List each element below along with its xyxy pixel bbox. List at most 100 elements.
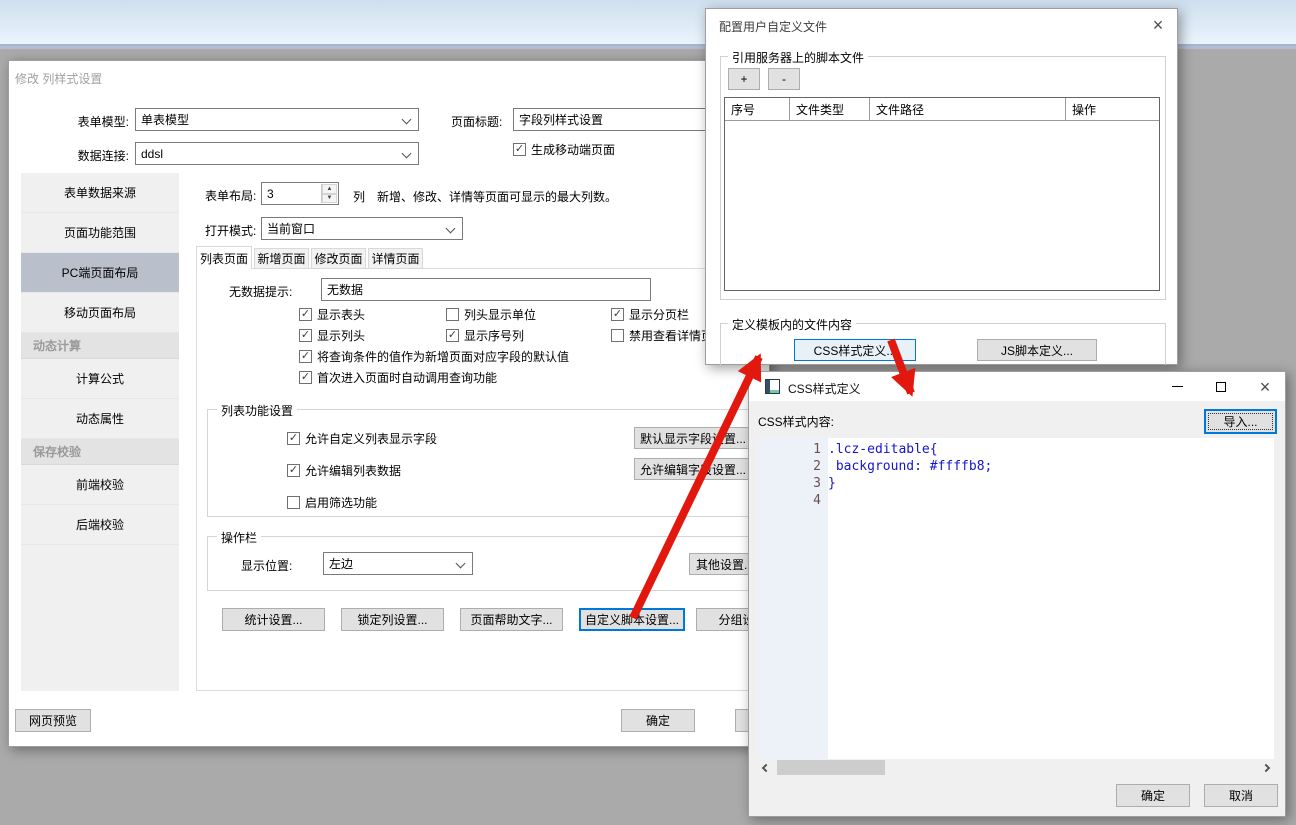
- ok-button[interactable]: 确定: [1116, 784, 1190, 807]
- remove-file-button[interactable]: -: [768, 68, 800, 90]
- lock-column-button[interactable]: 锁定列设置...: [341, 608, 444, 631]
- form-model-select[interactable]: 单表模型: [135, 108, 419, 131]
- horizontal-scrollbar[interactable]: [758, 759, 1274, 776]
- edit-fields-button[interactable]: 允许编辑字段设置...: [634, 458, 752, 480]
- web-preview-button[interactable]: 网页预览: [15, 709, 91, 732]
- sidebar-item-label: PC端页面布局: [62, 264, 139, 281]
- import-button[interactable]: 导入...: [1204, 409, 1277, 434]
- cancel-button[interactable]: 取消: [1204, 784, 1278, 807]
- col-unit-checkbox[interactable]: ✓列头显示单位: [446, 306, 536, 322]
- js-script-define-button[interactable]: JS脚本定义...: [977, 339, 1097, 361]
- checkbox-icon: ✓: [446, 329, 459, 342]
- col-file-type[interactable]: 文件类型: [790, 98, 870, 120]
- dialog-title: CSS样式定义: [788, 380, 861, 397]
- tab-list-page[interactable]: 列表页面: [196, 246, 252, 269]
- css-code-editor[interactable]: 1.lcz-editable{ 2 background: #ffffb8; 3…: [758, 438, 1274, 759]
- checkbox-label: 启用筛选功能: [305, 494, 377, 511]
- ok-button[interactable]: 确定: [621, 709, 695, 732]
- query-default-checkbox[interactable]: ✓将查询条件的值作为新增页面对应字段的默认值: [299, 348, 569, 364]
- form-model-label: 表单模型:: [29, 113, 129, 130]
- no-data-input[interactable]: [321, 278, 651, 301]
- add-file-button[interactable]: +: [728, 68, 760, 90]
- checkbox-label: 生成移动端页面: [531, 141, 615, 158]
- checkbox-label: 首次进入页面时自动调用查询功能: [317, 369, 497, 386]
- server-script-group-title: 引用服务器上的脚本文件: [728, 49, 868, 66]
- checkbox-label: 显示分页栏: [629, 306, 689, 323]
- scroll-left-icon[interactable]: [758, 759, 774, 776]
- tab-detail-page[interactable]: 详情页面: [368, 248, 423, 269]
- allow-edit-checkbox[interactable]: ✓ 允许编辑列表数据: [287, 462, 401, 478]
- open-mode-value: 当前窗口: [267, 220, 315, 237]
- code-line: .lcz-editable{: [828, 441, 938, 458]
- show-colhead-checkbox[interactable]: ✓显示列头: [299, 327, 365, 343]
- data-conn-select[interactable]: ddsl: [135, 142, 419, 165]
- chevron-down-icon: [446, 224, 456, 234]
- scroll-right-icon[interactable]: [1258, 759, 1274, 776]
- tab-label: 列表页面: [200, 250, 248, 267]
- sidebar-item-form-data-source[interactable]: 表单数据来源: [21, 173, 179, 213]
- spinner-arrows: ▲ ▼: [321, 184, 337, 203]
- col-seq[interactable]: 序号: [725, 98, 790, 120]
- spinner-down-icon[interactable]: ▼: [322, 194, 337, 204]
- form-layout-input[interactable]: [262, 183, 320, 204]
- display-pos-select[interactable]: 左边: [323, 552, 473, 575]
- scrollbar-thumb[interactable]: [777, 760, 885, 775]
- checkbox-icon: ✓: [611, 329, 624, 342]
- show-seq-checkbox[interactable]: ✓显示序号列: [446, 327, 524, 343]
- close-icon[interactable]: ×: [1243, 372, 1287, 401]
- enable-filter-checkbox[interactable]: ✓ 启用筛选功能: [287, 494, 377, 510]
- checkbox-icon: ✓: [287, 464, 300, 477]
- sidebar-item-pc-layout[interactable]: PC端页面布局: [21, 253, 179, 293]
- sidebar-section-label: 保存校验: [33, 443, 81, 460]
- data-conn-value: ddsl: [141, 147, 163, 161]
- settings-sidebar: 表单数据来源 页面功能范围 PC端页面布局 移动页面布局 动态计算 计算公式 动…: [21, 173, 179, 691]
- tab-edit-page[interactable]: 修改页面: [311, 248, 366, 269]
- sidebar-item-label: 表单数据来源: [64, 184, 136, 201]
- sidebar-item-mobile-layout[interactable]: 移动页面布局: [21, 293, 179, 333]
- form-layout-label: 表单布局:: [205, 187, 256, 204]
- code-line: background: #ffffb8;: [828, 458, 992, 475]
- sidebar-section-save-check: 保存校验: [21, 439, 179, 465]
- checkbox-icon: ✓: [299, 350, 312, 363]
- sidebar-item-front-check[interactable]: 前端校验: [21, 465, 179, 505]
- form-layout-unit: 列: [353, 188, 365, 205]
- auto-query-checkbox[interactable]: ✓首次进入页面时自动调用查询功能: [299, 369, 497, 385]
- open-mode-label: 打开模式:: [205, 222, 256, 239]
- tab-label: 新增页面: [257, 250, 305, 267]
- sidebar-item-dynamic-attr[interactable]: 动态属性: [21, 399, 179, 439]
- form-layout-hint: 新增、修改、详情等页面可显示的最大列数。: [377, 188, 617, 205]
- sidebar-item-back-check[interactable]: 后端校验: [21, 505, 179, 545]
- minimize-icon[interactable]: [1156, 372, 1199, 401]
- close-icon[interactable]: ×: [1143, 12, 1173, 38]
- checkbox-label: 显示列头: [317, 327, 365, 344]
- page-help-button[interactable]: 页面帮助文字...: [460, 608, 563, 631]
- sidebar-item-label: 移动页面布局: [64, 304, 136, 321]
- custom-script-button[interactable]: 自定义脚本设置...: [579, 608, 685, 631]
- app-icon: [765, 379, 780, 394]
- list-function-group-title: 列表功能设置: [217, 402, 297, 419]
- sidebar-item-page-scope[interactable]: 页面功能范围: [21, 213, 179, 253]
- chevron-down-icon: [402, 115, 412, 125]
- stats-settings-button[interactable]: 统计设置...: [222, 608, 325, 631]
- default-fields-button[interactable]: 默认显示字段设置...: [634, 427, 752, 449]
- col-action[interactable]: 操作: [1066, 98, 1159, 120]
- allow-custom-fields-checkbox[interactable]: ✓允许自定义列表显示字段: [287, 430, 437, 446]
- col-file-path[interactable]: 文件路径: [870, 98, 1066, 120]
- chevron-down-icon: [402, 149, 412, 159]
- maximize-icon[interactable]: [1199, 372, 1242, 401]
- spinner-up-icon[interactable]: ▲: [322, 184, 337, 194]
- css-content-label: CSS样式内容:: [758, 413, 834, 430]
- sidebar-item-calc-formula[interactable]: 计算公式: [21, 359, 179, 399]
- checkbox-icon: ✓: [287, 432, 300, 445]
- form-layout-spinner[interactable]: ▲ ▼: [261, 182, 339, 205]
- checkbox-label: 允许编辑列表数据: [305, 462, 401, 479]
- open-mode-select[interactable]: 当前窗口: [261, 217, 463, 240]
- tab-add-page[interactable]: 新增页面: [254, 248, 309, 269]
- checkbox-icon: ✓: [287, 496, 300, 509]
- gen-mobile-checkbox[interactable]: ✓ 生成移动端页面: [513, 141, 615, 157]
- show-header-checkbox[interactable]: ✓显示表头: [299, 306, 365, 322]
- disable-detail-checkbox[interactable]: ✓禁用查看详情页: [611, 327, 713, 343]
- show-pager-checkbox[interactable]: ✓显示分页栏: [611, 306, 689, 322]
- column-style-settings-dialog: 修改 列样式设置 表单模型: 单表模型 页面标题: 数据连接: ddsl ✓ 生…: [8, 60, 770, 747]
- css-style-define-button[interactable]: CSS样式定义...: [794, 339, 916, 361]
